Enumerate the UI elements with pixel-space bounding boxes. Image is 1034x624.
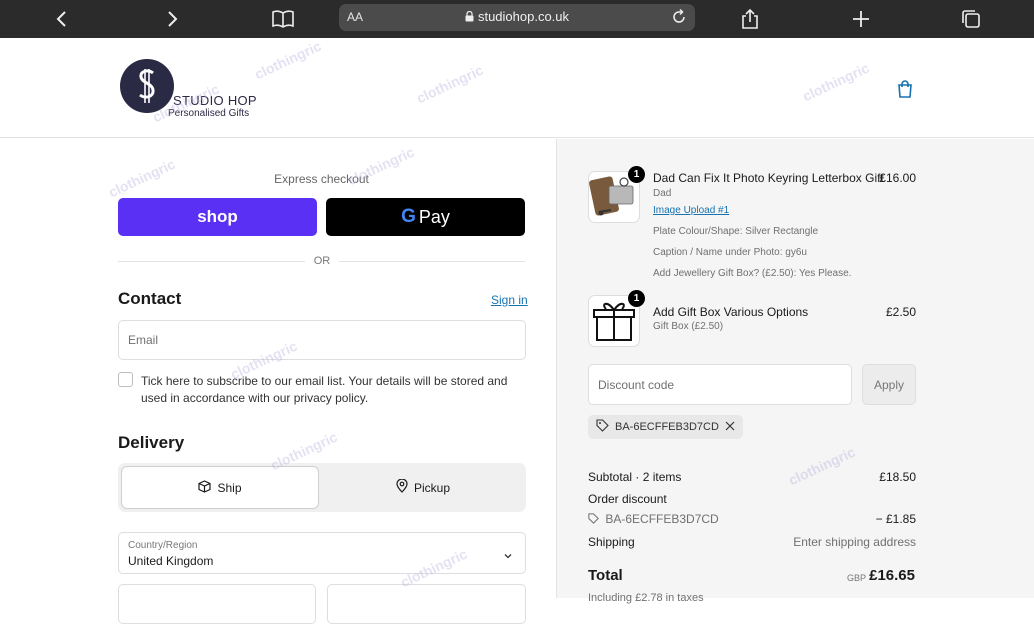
shop-pay-label: shop	[197, 207, 238, 226]
item-property: Caption / Name under Photo: gy6u	[653, 247, 807, 258]
shipping-value: Enter shipping address	[793, 535, 916, 549]
pickup-option[interactable]: Pickup	[323, 466, 523, 509]
shopping-bag-icon[interactable]	[896, 80, 914, 98]
tabs-icon[interactable]	[959, 7, 983, 31]
sign-in-link[interactable]: Sign in	[491, 293, 528, 307]
location-pin-icon	[396, 478, 408, 496]
new-tab-icon[interactable]	[849, 7, 873, 31]
brand-logo[interactable]: STUDIO HOP Personalised Gifts	[120, 58, 260, 122]
chevron-down-icon	[503, 548, 513, 559]
country-select[interactable]: Country/Region United Kingdom	[118, 532, 526, 574]
url-text: studiohop.co.uk	[339, 9, 695, 24]
quantity-badge: 1	[628, 166, 645, 183]
item-title: Dad Can Fix It Photo Keyring Letterbox G…	[653, 171, 884, 185]
shipping-label: Shipping	[588, 535, 635, 549]
brand-tagline: Personalised Gifts	[168, 108, 250, 119]
address-bar[interactable]: AA studiohop.co.uk	[339, 4, 695, 31]
discount-code-row: BA-6ECFFEB3D7CD − £1.85	[588, 512, 916, 527]
forward-icon[interactable]	[160, 7, 184, 31]
checkout-form: Express checkout shop G Pay OR Contact S…	[0, 139, 556, 624]
subtotal-row: Subtotal · 2 items £18.50	[588, 470, 916, 484]
product-thumbnail: 1	[588, 166, 645, 223]
discount-placeholder: Discount code	[598, 377, 675, 392]
url-value: studiohop.co.uk	[477, 9, 570, 24]
order-summary: 1 Dad Can Fix It Photo Keyring Letterbox…	[556, 139, 1034, 604]
logo-mark	[120, 59, 174, 113]
brand-name: STUDIO HOP	[173, 93, 257, 108]
book-icon[interactable]	[271, 7, 295, 31]
delivery-heading: Delivery	[118, 433, 185, 452]
apply-discount-button[interactable]: Apply	[862, 364, 916, 405]
shop-pay-button[interactable]: shop	[118, 198, 317, 236]
cart-item: 1 Dad Can Fix It Photo Keyring Letterbox…	[588, 166, 916, 281]
total-value: £16.65	[869, 567, 915, 584]
express-checkout-label: Express checkout	[274, 172, 369, 186]
first-name-field[interactable]	[118, 584, 316, 624]
last-name-field[interactable]	[327, 584, 526, 624]
google-g-icon: G	[401, 206, 416, 227]
tag-icon	[596, 419, 609, 435]
product-thumbnail: 1	[588, 290, 645, 347]
item-variant: Dad	[653, 188, 672, 199]
currency-code: GBP	[847, 573, 867, 583]
discount-code-input[interactable]: Discount code	[588, 364, 852, 405]
lock-icon	[465, 10, 474, 22]
image-upload-link[interactable]: Image Upload #1	[653, 205, 729, 216]
browser-toolbar: AA studiohop.co.uk	[0, 0, 1034, 38]
item-price: £16.00	[879, 171, 916, 185]
item-property: Add Jewellery Gift Box? (£2.50): Yes Ple…	[653, 268, 852, 279]
applied-code: BA-6ECFFEB3D7CD	[615, 421, 719, 433]
close-icon[interactable]	[725, 421, 735, 434]
total-label: Total	[588, 567, 623, 584]
item-variant: Gift Box (£2.50)	[653, 321, 724, 332]
item-title: Add Gift Box Various Options	[653, 305, 809, 319]
reload-icon[interactable]	[669, 7, 689, 27]
site-header: STUDIO HOP Personalised Gifts	[0, 38, 1034, 138]
shipping-row: Shipping Enter shipping address	[588, 535, 916, 549]
item-property: Plate Colour/Shape: Silver Rectangle	[653, 226, 819, 237]
country-value: United Kingdom	[128, 554, 214, 568]
country-label: Country/Region	[128, 540, 198, 551]
tag-icon	[588, 513, 600, 527]
taxes-note: Including £2.78 in taxes	[588, 592, 704, 604]
delivery-method-toggle: Ship Pickup	[118, 463, 526, 512]
share-icon[interactable]	[738, 7, 762, 31]
order-discount-row: Order discount	[588, 492, 916, 506]
subscribe-text: Tick here to subscribe to our email list…	[141, 374, 508, 405]
subtotal-label: Subtotal · 2 items	[588, 470, 682, 484]
email-placeholder: Email	[128, 333, 159, 347]
or-label: OR	[305, 255, 339, 267]
contact-heading: Contact	[118, 289, 182, 308]
google-pay-label: Pay	[418, 206, 450, 227]
ship-option[interactable]: Ship	[121, 466, 319, 509]
item-price: £2.50	[885, 305, 916, 319]
back-icon[interactable]	[50, 7, 74, 31]
discount-code-label: BA-6ECFFEB3D7CD	[605, 512, 719, 526]
quantity-badge: 1	[628, 290, 645, 307]
discount-value: − £1.85	[875, 512, 916, 526]
email-field[interactable]: Email	[118, 320, 526, 360]
google-pay-button[interactable]: G Pay	[326, 198, 525, 236]
subtotal-value: £18.50	[879, 470, 916, 484]
applied-discount-tag: BA-6ECFFEB3D7CD	[588, 415, 743, 439]
ship-label: Ship	[217, 480, 242, 495]
order-discount-label: Order discount	[588, 492, 667, 506]
subscribe-checkbox[interactable]	[118, 372, 133, 387]
cart-item: 1 Add Gift Box Various Options Gift Box …	[588, 290, 916, 347]
pickup-label: Pickup	[413, 480, 451, 495]
box-icon	[198, 479, 212, 496]
